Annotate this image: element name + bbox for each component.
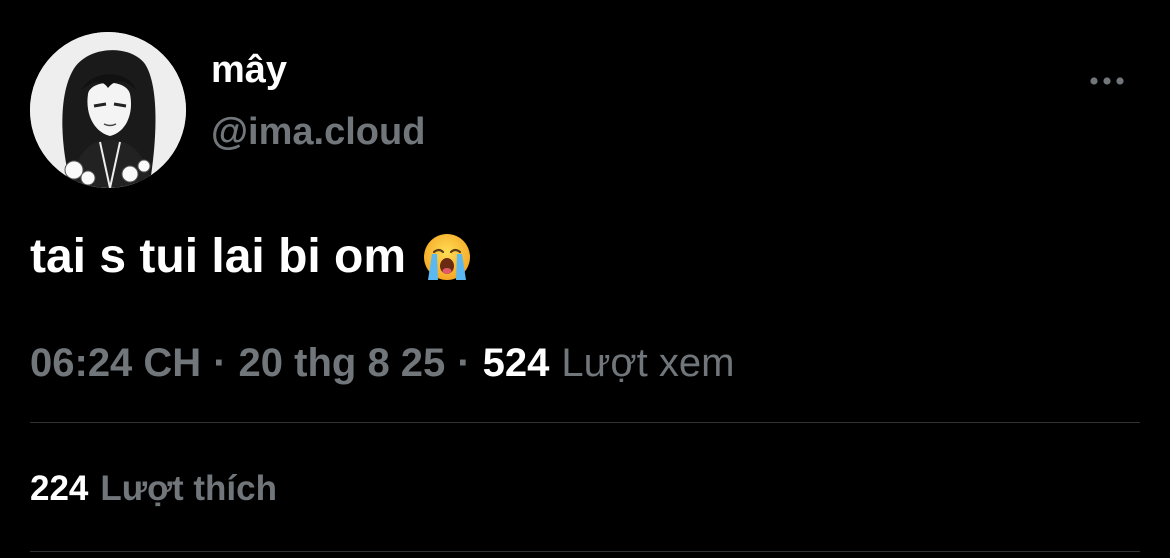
more-options-button[interactable] <box>1082 66 1132 96</box>
user-handle[interactable]: @ima.cloud <box>211 109 425 155</box>
avatar-image <box>30 32 186 188</box>
likes-stat[interactable]: 224 Lượt thích <box>30 468 277 510</box>
views-label: Lượt xem <box>561 341 735 385</box>
likes-label: Lượt thích <box>100 469 277 508</box>
divider <box>30 551 1140 552</box>
likes-count: 224 <box>30 469 89 508</box>
display-name[interactable]: mây <box>211 48 287 92</box>
tweet-body: tai s tui lai bi om <box>30 227 472 287</box>
meta-separator: · <box>457 341 471 385</box>
tweet-text: tai s tui lai bi om <box>30 230 407 283</box>
tweet-date[interactable]: 20 thg 8 25 <box>239 341 446 385</box>
tweet-time[interactable]: 06:24 CH <box>30 341 201 385</box>
avatar[interactable] <box>30 32 186 188</box>
divider <box>30 422 1140 423</box>
tweet-meta: 06:24 CH · 20 thg 8 25 · 524 Lượt xem <box>30 337 734 389</box>
more-horizontal-icon <box>1090 77 1124 85</box>
views-count: 524 <box>482 341 550 385</box>
meta-separator: · <box>213 341 227 385</box>
loudly-crying-face-icon <box>424 234 471 280</box>
